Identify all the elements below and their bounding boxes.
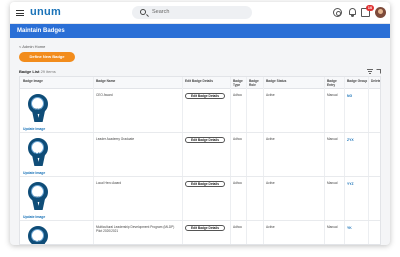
page-title: Maintain Badges bbox=[17, 28, 65, 34]
app-window: unum Search 10 Maintain Badges < Admin H… bbox=[10, 2, 390, 245]
inbox-count-badge: 10 bbox=[366, 5, 374, 11]
badge-group-link[interactable]: YK bbox=[347, 226, 352, 230]
edit-badge-details-button[interactable]: Edit Badge Details bbox=[185, 181, 225, 187]
unum-logo[interactable]: unum bbox=[30, 6, 61, 18]
badge-table: Badge Image Badge Name Edit Badge Detail… bbox=[19, 76, 381, 245]
badge-entry: Manual bbox=[327, 93, 338, 97]
badge-status: Active bbox=[266, 181, 275, 185]
define-new-badge-button[interactable]: Define New Badge bbox=[19, 52, 75, 62]
menu-icon[interactable] bbox=[16, 10, 24, 16]
top-bar: unum Search 10 bbox=[10, 2, 390, 24]
search-input[interactable]: Search bbox=[132, 6, 252, 19]
assistant-icon[interactable] bbox=[333, 8, 342, 17]
col-delete[interactable]: Delete bbox=[371, 79, 380, 83]
badge-group-link[interactable]: NG bbox=[347, 94, 352, 98]
col-badge-role[interactable]: Badge Role bbox=[249, 79, 261, 87]
edit-badge-details-button[interactable]: Edit Badge Details bbox=[185, 225, 225, 231]
filter-icon[interactable] bbox=[367, 69, 373, 74]
badge-list-count: 29 items bbox=[40, 69, 56, 74]
col-badge-name[interactable]: Badge Name bbox=[96, 79, 115, 83]
fullscreen-icon[interactable] bbox=[376, 69, 381, 74]
col-edit-badge-details[interactable]: Edit Badge Details bbox=[185, 79, 213, 83]
local-hero-badge-image: HERO bbox=[27, 182, 49, 212]
breadcrumb-admin-home[interactable]: < Admin Home bbox=[19, 44, 45, 49]
col-badge-image[interactable]: Badge Image bbox=[23, 79, 43, 83]
page-header: Maintain Badges bbox=[10, 24, 390, 38]
badge-group-link[interactable]: ZYX bbox=[347, 138, 354, 142]
ceo-badge-image: CEO bbox=[27, 94, 49, 124]
edit-badge-details-button[interactable]: Edit Badge Details bbox=[185, 93, 225, 99]
table-row: HERO Update Image Local Hero Award Edit … bbox=[20, 177, 380, 221]
table-row: CEO Update Image CEO Award Edit Badge De… bbox=[20, 89, 380, 133]
badge-type: Adhoc bbox=[233, 181, 243, 185]
seal-label: LA bbox=[35, 152, 40, 156]
seal-label: MLDP bbox=[32, 240, 43, 244]
table-row: LA Update Image Leader Academy Graduate … bbox=[20, 133, 380, 177]
notifications-bell-icon[interactable] bbox=[348, 8, 357, 17]
seal-label: HERO bbox=[32, 196, 43, 200]
badge-status: Active bbox=[266, 225, 275, 229]
mldp-badge-image: MLDP bbox=[27, 226, 49, 244]
update-image-link[interactable]: Update Image bbox=[23, 171, 45, 175]
badge-type: Adhoc bbox=[233, 225, 243, 229]
badge-status: Active bbox=[266, 93, 275, 97]
badge-list-label: Badge List 29 items bbox=[19, 69, 56, 74]
col-badge-entry[interactable]: Badge Entry bbox=[327, 79, 341, 87]
badge-group-link[interactable]: YYZ bbox=[347, 182, 354, 186]
col-badge-type[interactable]: Badge Type bbox=[233, 79, 245, 87]
update-image-link[interactable]: Update Image bbox=[23, 127, 45, 131]
edit-badge-details-button[interactable]: Edit Badge Details bbox=[185, 137, 225, 143]
table-header: Badge Image Badge Name Edit Badge Detail… bbox=[20, 77, 380, 89]
col-badge-status[interactable]: Badge Status bbox=[266, 79, 286, 83]
badge-name: Local Hero Award bbox=[96, 181, 122, 185]
col-badge-group[interactable]: Badge Group bbox=[347, 79, 367, 83]
badge-name: CEO Award bbox=[96, 93, 113, 97]
badge-type: Adhoc bbox=[233, 137, 243, 141]
badge-name: Multicultural Leadership Development Pro… bbox=[96, 225, 175, 233]
seal-label: CEO bbox=[33, 108, 42, 112]
user-avatar[interactable] bbox=[375, 7, 386, 18]
update-image-link[interactable]: Update Image bbox=[23, 215, 45, 219]
leader-academy-badge-image: LA bbox=[27, 138, 49, 168]
table-row: MLDP Multicultural Leadership Developmen… bbox=[20, 221, 380, 244]
badge-status: Active bbox=[266, 137, 275, 141]
badge-entry: Manual bbox=[327, 181, 338, 185]
search-icon bbox=[140, 9, 146, 15]
badge-type: Adhoc bbox=[233, 93, 243, 97]
badge-name: Leader Academy Graduate bbox=[96, 137, 135, 141]
search-placeholder: Search bbox=[152, 9, 170, 15]
badge-entry: Manual bbox=[327, 137, 338, 141]
badge-entry: Manual bbox=[327, 225, 338, 229]
